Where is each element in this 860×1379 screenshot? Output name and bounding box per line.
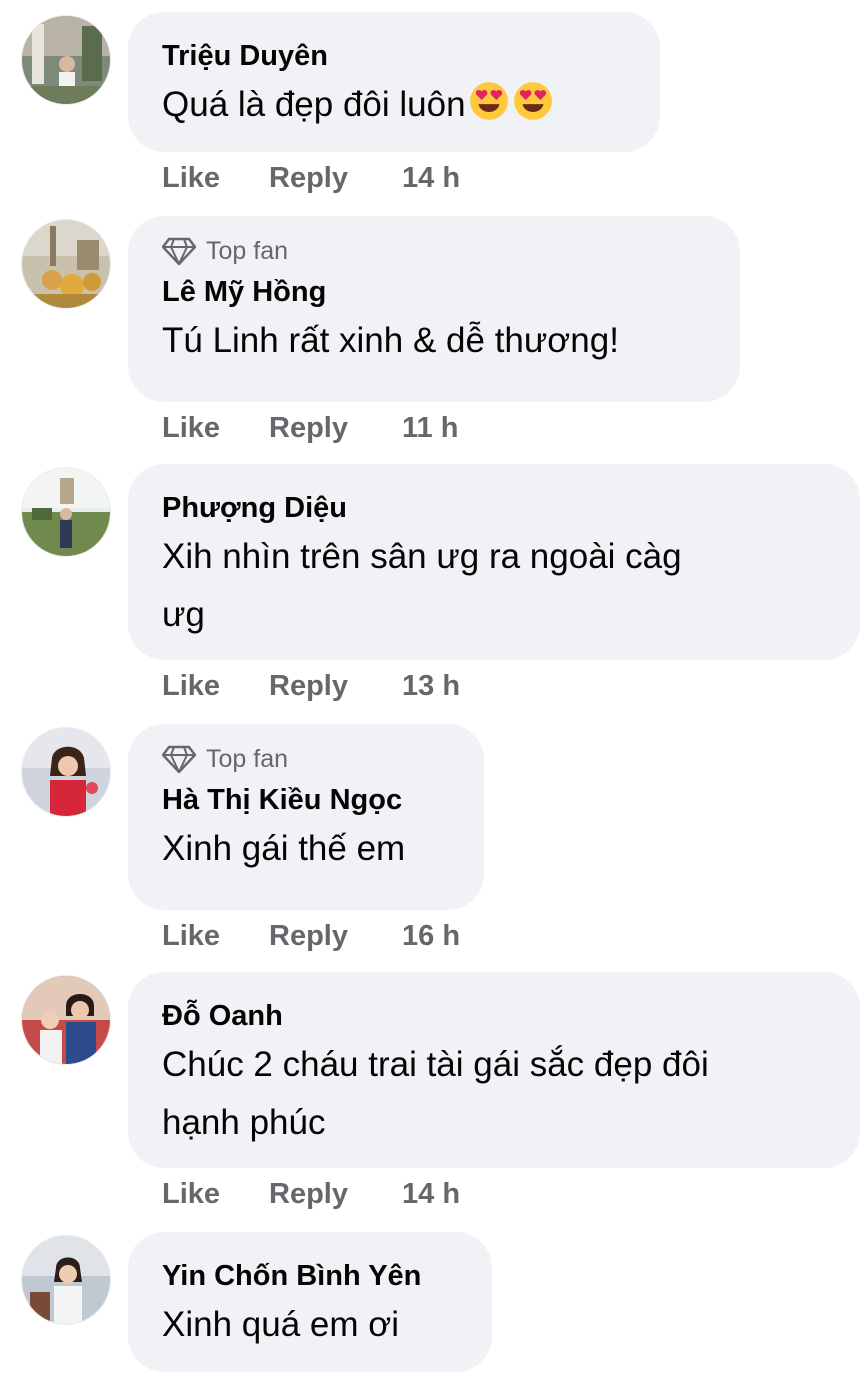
avatar[interactable] bbox=[22, 16, 110, 104]
comment-author[interactable]: Yin Chốn Bình Yên bbox=[162, 1256, 458, 1296]
comment-text: Quá là đẹp đôi luôn bbox=[162, 76, 626, 134]
comment-text: Xinh gái thế em bbox=[162, 829, 406, 868]
reply-button[interactable]: Reply bbox=[269, 670, 402, 703]
comment-bubble: Top fan Hà Thị Kiều Ngọc Xinh gái thế em bbox=[128, 724, 484, 910]
diamond-icon bbox=[162, 745, 196, 774]
avatar[interactable] bbox=[22, 976, 110, 1064]
comment-author[interactable]: Đỗ Oanh bbox=[162, 996, 826, 1036]
comment-bubble: Đỗ Oanh Chúc 2 cháu trai tài gái sắc đẹp… bbox=[128, 972, 860, 1168]
comment-text-line: ưg bbox=[162, 595, 205, 634]
diamond-icon bbox=[162, 237, 196, 266]
heart-eyes-emoji-icon bbox=[469, 82, 508, 120]
comment-author[interactable]: Phượng Diệu bbox=[162, 488, 826, 528]
comment-actions: Like Reply 14 h bbox=[162, 1178, 460, 1211]
top-fan-badge: Top fan bbox=[162, 236, 706, 266]
comment-actions: Like Reply 13 h bbox=[162, 670, 460, 703]
like-button[interactable]: Like bbox=[162, 412, 269, 445]
comment-actions: Like Reply 11 h bbox=[162, 412, 458, 445]
comment-author[interactable]: Triệu Duyên bbox=[162, 36, 626, 76]
comment-timestamp[interactable]: 14 h bbox=[402, 162, 460, 195]
comment-text: Tú Linh rất xinh & dễ thương! bbox=[162, 321, 619, 360]
reply-button[interactable]: Reply bbox=[269, 920, 402, 953]
top-fan-label: Top fan bbox=[206, 236, 289, 265]
comment-text-line: Xih nhìn trên sân ưg ra ngoài càg bbox=[162, 537, 682, 576]
comment-bubble: Phượng Diệu Xih nhìn trên sân ưg ra ngoà… bbox=[128, 464, 860, 660]
reply-button[interactable]: Reply bbox=[269, 162, 402, 195]
comment-timestamp[interactable]: 13 h bbox=[402, 670, 460, 703]
comment-text: Chúc 2 cháu trai tài gái sắc đẹp đôi hạn… bbox=[162, 1036, 826, 1152]
avatar[interactable] bbox=[22, 468, 110, 556]
comment-bubble: Triệu Duyên Quá là đẹp đôi luôn bbox=[128, 12, 660, 152]
like-button[interactable]: Like bbox=[162, 1178, 269, 1211]
comment-timestamp[interactable]: 14 h bbox=[402, 1178, 460, 1211]
comment-text: Xinh quá em ơi bbox=[162, 1305, 399, 1344]
like-button[interactable]: Like bbox=[162, 920, 269, 953]
comment-bubble: Yin Chốn Bình Yên Xinh quá em ơi bbox=[128, 1232, 492, 1372]
top-fan-label: Top fan bbox=[206, 744, 289, 773]
like-button[interactable]: Like bbox=[162, 670, 269, 703]
comment-actions: Like Reply 16 h bbox=[162, 920, 460, 953]
comment-text: Xih nhìn trên sân ưg ra ngoài càg ưg bbox=[162, 528, 826, 644]
comment-bubble: Top fan Lê Mỹ Hồng Tú Linh rất xinh & dễ… bbox=[128, 216, 740, 402]
comment-author[interactable]: Lê Mỹ Hồng bbox=[162, 272, 706, 312]
avatar[interactable] bbox=[22, 1236, 110, 1324]
like-button[interactable]: Like bbox=[162, 162, 269, 195]
reply-button[interactable]: Reply bbox=[269, 412, 402, 445]
comment-actions: Like Reply 14 h bbox=[162, 162, 460, 195]
avatar[interactable] bbox=[22, 220, 110, 308]
reply-button[interactable]: Reply bbox=[269, 1178, 402, 1211]
top-fan-badge: Top fan bbox=[162, 744, 450, 774]
comment-timestamp[interactable]: 16 h bbox=[402, 920, 460, 953]
heart-eyes-emoji-icon bbox=[513, 82, 552, 120]
comment-text-line: Chúc 2 cháu trai tài gái sắc đẹp đôi bbox=[162, 1045, 709, 1084]
comment-author[interactable]: Hà Thị Kiều Ngọc bbox=[162, 780, 450, 820]
avatar[interactable] bbox=[22, 728, 110, 816]
comment-timestamp[interactable]: 11 h bbox=[402, 412, 458, 445]
comment-text-line: hạnh phúc bbox=[162, 1103, 326, 1142]
